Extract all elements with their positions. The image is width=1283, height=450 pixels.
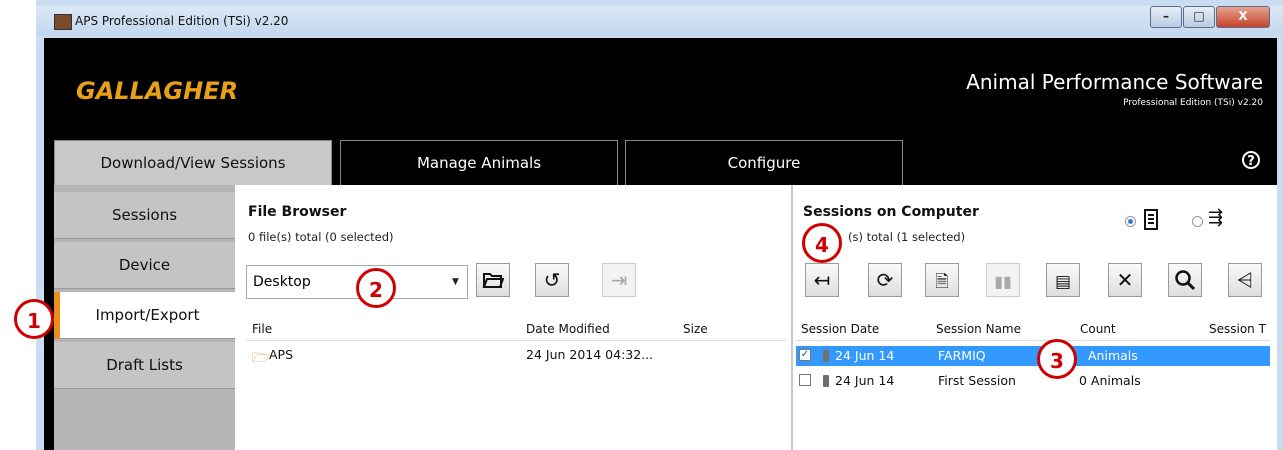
session-name: First Session: [938, 373, 1016, 388]
column-header-count[interactable]: Count: [1080, 322, 1116, 336]
column-header-file[interactable]: File: [252, 322, 272, 336]
file-browser-summary: 0 file(s) total (0 selected): [248, 230, 394, 244]
maximize-button[interactable]: □: [1183, 6, 1215, 28]
session-checkbox[interactable]: [799, 374, 811, 386]
session-name: FARMIQ: [938, 348, 986, 363]
app-title: Animal Performance Software: [966, 70, 1263, 94]
minimize-button[interactable]: –: [1150, 6, 1182, 28]
session-count: 0 Animals: [1079, 373, 1141, 388]
device-icon: [823, 350, 829, 362]
move-document-icon: ⇶: [1208, 207, 1224, 228]
sidebar-item-import-export[interactable]: Import/Export: [54, 292, 235, 339]
column-header-session-type[interactable]: Session T: [1209, 322, 1266, 336]
sidebar-item-device[interactable]: Device: [54, 242, 235, 289]
callout-marker-4: 4: [802, 223, 842, 263]
file-name: APS: [269, 347, 294, 362]
app-icon: [54, 14, 72, 30]
callout-marker-1: 1: [14, 299, 54, 339]
share-button[interactable]: ⩤: [1228, 263, 1262, 297]
sync-button[interactable]: ⟳: [868, 263, 902, 297]
session-checkbox[interactable]: ✓: [799, 349, 811, 361]
column-header-session-name[interactable]: Session Name: [936, 322, 1021, 336]
view-session-button[interactable]: 🗎: [925, 263, 959, 297]
sidebar-item-sessions[interactable]: Sessions: [54, 192, 235, 239]
sessions-title: Sessions on Computer: [803, 204, 979, 220]
delete-button[interactable]: ✕: [1108, 263, 1142, 297]
move-sessions-radio[interactable]: [1192, 216, 1203, 227]
tab-manage-animals[interactable]: Manage Animals: [340, 140, 618, 185]
report-button[interactable]: ▤: [1046, 263, 1080, 297]
tab-configure[interactable]: Configure: [625, 140, 903, 185]
callout-marker-2: 2: [356, 268, 396, 308]
device-icon: [823, 375, 829, 387]
folder-icon: 🗁: [252, 350, 270, 366]
refresh-icon: ↺: [543, 268, 561, 292]
file-browser-panel: [235, 185, 791, 450]
document-icon: [1144, 209, 1158, 230]
chart-icon: ▮▮: [994, 272, 1012, 291]
session-date: 24 Jun 14: [835, 373, 895, 388]
open-folder-button[interactable]: [476, 263, 510, 297]
app-subtitle: Professional Edition (TSi) v2.20: [1123, 98, 1263, 108]
report-icon: ▤: [1054, 272, 1072, 292]
sessions-panel: [793, 185, 1277, 450]
chevron-down-icon: ▼: [452, 277, 459, 287]
sessions-summary: (s) total (1 selected): [848, 230, 966, 244]
session-count: Animals: [1088, 348, 1138, 363]
column-header-date-modified[interactable]: Date Modified: [526, 322, 610, 336]
view-sessions-radio[interactable]: [1125, 216, 1136, 227]
help-icon[interactable]: ?: [1242, 151, 1260, 169]
search-button[interactable]: [1168, 263, 1202, 297]
import-button[interactable]: ↤: [805, 263, 839, 297]
column-header-size[interactable]: Size: [683, 322, 708, 336]
sessions-header-divider: [796, 340, 1270, 341]
file-browser-title: File Browser: [248, 204, 347, 220]
file-date-modified: 24 Jun 2014 04:32...: [526, 347, 654, 362]
table-row[interactable]: 🗁 APS 24 Jun 2014 04:32...: [252, 346, 782, 366]
close-button[interactable]: X: [1216, 6, 1270, 28]
chart-button[interactable]: ▮▮: [986, 263, 1020, 297]
export-arrow-icon: ⇥: [610, 268, 628, 292]
import-arrow-icon: ↤: [813, 268, 831, 292]
callout-marker-3: 3: [1037, 339, 1077, 379]
open-folder-icon: [482, 273, 505, 288]
view-session-icon: 🗎: [935, 272, 949, 292]
search-icon: [1175, 270, 1196, 291]
tab-download-view-sessions[interactable]: Download/View Sessions: [54, 140, 332, 185]
delete-icon: ✕: [1116, 268, 1134, 292]
column-header-session-date[interactable]: Session Date: [801, 322, 879, 336]
sync-icon: ⟳: [876, 268, 894, 292]
share-icon: ⩤: [1237, 268, 1253, 292]
export-button[interactable]: ⇥: [602, 263, 636, 297]
refresh-button[interactable]: ↺: [535, 263, 569, 297]
window-title: APS Professional Edition (TSi) v2.20: [75, 14, 289, 28]
gallagher-logo: GALLAGHER: [76, 77, 239, 105]
sidebar-item-draft-lists[interactable]: Draft Lists: [54, 342, 235, 389]
session-date: 24 Jun 14: [835, 348, 895, 363]
header-divider: [246, 340, 786, 341]
